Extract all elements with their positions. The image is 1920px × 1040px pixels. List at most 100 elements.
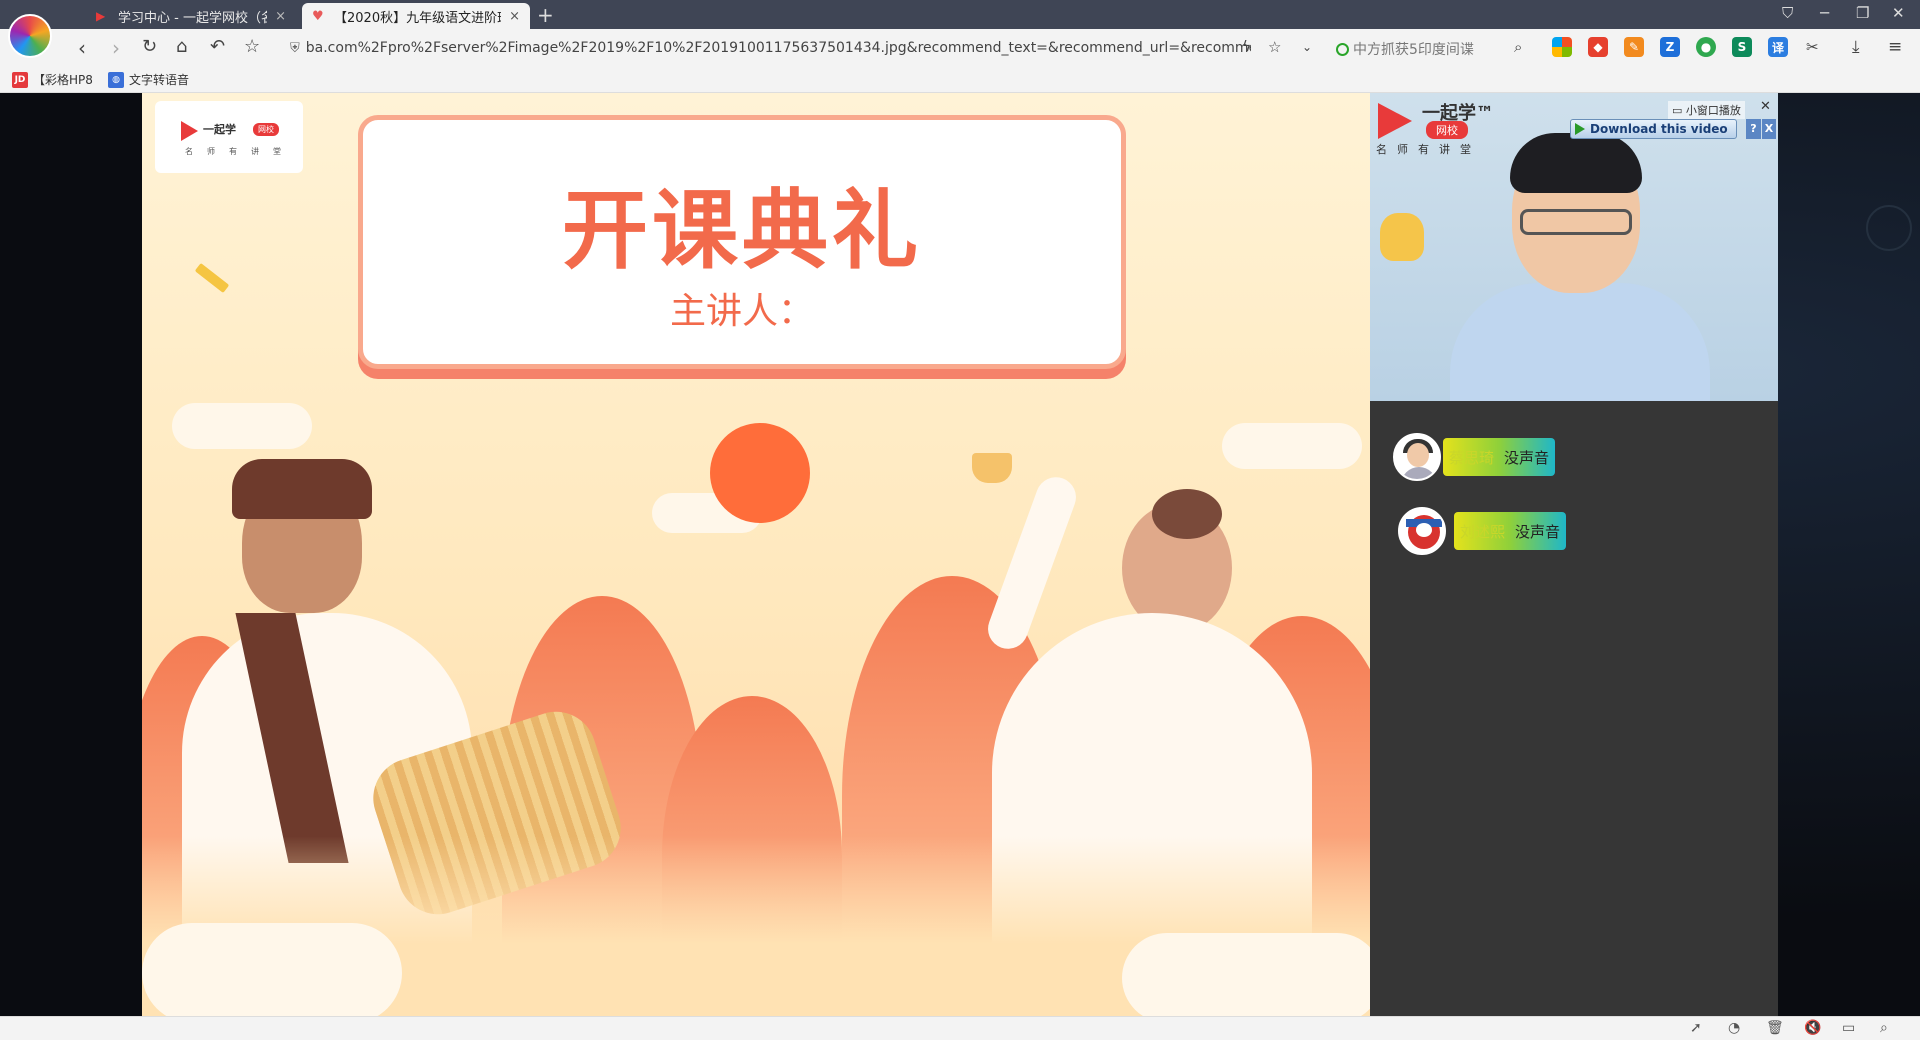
home-icon[interactable]: ⌂	[176, 36, 187, 57]
close-video-button[interactable]: ✕	[1760, 99, 1771, 114]
rocket-icon[interactable]: ➚	[1690, 1020, 1702, 1036]
slide-title: 开课典礼	[562, 181, 922, 281]
tab-learning-center[interactable]: ▶ 学习中心 - 一起学网校（名师有 ×	[86, 3, 296, 29]
cloud-shape	[1222, 423, 1362, 469]
download-video-button[interactable]: Download this video	[1570, 119, 1737, 139]
skin-icon[interactable]: ⛉	[1782, 4, 1793, 22]
user-status: 没声音	[1515, 522, 1561, 541]
address-bar[interactable]: ⛨ ba.com%2Fpro%2Fserver%2Fimage%2F2019%2…	[290, 36, 1290, 60]
user-status-pill: 蔡思琦 没声音	[1443, 438, 1556, 476]
back-icon[interactable]: ‹	[78, 36, 86, 60]
poet-left-hat	[232, 459, 372, 519]
user-status-pill: 刘述熙 没声音	[1454, 512, 1567, 550]
download-help-button[interactable]: ?	[1746, 119, 1761, 139]
title-card: 开课典礼 主讲人：	[358, 115, 1126, 369]
teacher-figure	[1440, 133, 1720, 401]
game-icon[interactable]: ◆	[1588, 37, 1608, 57]
brand-sub: 名师有讲堂	[185, 147, 295, 156]
s-icon[interactable]: S	[1732, 37, 1752, 57]
download-icon[interactable]: ⤓	[1852, 37, 1860, 57]
video-logo-badge: 网校	[1426, 121, 1468, 139]
cloud-shape	[142, 923, 402, 1016]
tab-title: 学习中心 - 一起学网校（名师有	[118, 10, 267, 26]
poet-right-hair	[1152, 489, 1222, 539]
pencil-icon[interactable]	[194, 262, 230, 294]
heart-favicon-icon: ♥	[312, 9, 324, 24]
apps-icon[interactable]	[1552, 37, 1572, 57]
shield-icon: ⛨	[290, 40, 300, 56]
teacher-video[interactable]: 一起学™ 网校 名师有讲堂 ▭ 小窗口播放 ✕ Download this vi…	[1370, 93, 1778, 401]
jd-icon: JD	[12, 71, 28, 88]
close-icon[interactable]: ×	[267, 9, 286, 24]
download-label: Download this video	[1590, 122, 1728, 136]
brand-badge: 网校	[253, 123, 279, 136]
forward-icon[interactable]: ›	[112, 36, 120, 60]
video-logo-sub: 名师有讲堂	[1376, 143, 1481, 156]
close-icon[interactable]: ×	[501, 9, 520, 24]
mini-window-label: 小窗口播放	[1685, 104, 1741, 117]
translate-icon[interactable]: 译	[1768, 37, 1788, 57]
chevron-down-icon[interactable]: ⌄	[1302, 40, 1312, 54]
bookmark-label: 【彩格HP8	[33, 73, 93, 87]
list-item[interactable]: 蔡思琦 没声音	[1393, 433, 1556, 481]
sun-shape	[710, 423, 810, 523]
mute-icon[interactable]: 🔇	[1804, 1020, 1821, 1036]
toolbar: ‹ › ↻ ⌂ ↶ ☆ ⛨ ba.com%2Fpro%2Fserver%2Fim…	[0, 29, 1920, 66]
globe-icon[interactable]: ●	[1696, 37, 1716, 57]
download-close-button[interactable]: X	[1762, 119, 1776, 139]
undo-close-icon[interactable]: ↶	[210, 36, 225, 57]
teacher-body	[1450, 283, 1710, 401]
menu-icon[interactable]: ≡	[1888, 37, 1902, 57]
play-logo-icon	[1378, 103, 1412, 139]
user-name: 刘述熙	[1460, 522, 1506, 541]
close-window-button[interactable]: ✕	[1892, 4, 1905, 22]
microphone-icon: ◍	[108, 71, 124, 88]
cloud-shape	[1122, 933, 1370, 1016]
z-icon[interactable]: Z	[1660, 37, 1680, 57]
play-logo-icon	[181, 121, 198, 141]
mini-window-button[interactable]: ▭ 小窗口播放	[1668, 101, 1745, 119]
slide-brand-logo: 一起学 网校 名师有讲堂	[155, 101, 303, 173]
play-favicon-icon: ▶	[96, 9, 106, 23]
wine-cup-shape	[972, 453, 1012, 483]
window-icon[interactable]: ▭	[1842, 1020, 1855, 1036]
glasses-icon	[1520, 209, 1632, 235]
minimize-button[interactable]: ─	[1820, 4, 1829, 22]
courseware-slide: 一起学 网校 名师有讲堂 开课典礼 主讲人：	[142, 93, 1370, 1016]
trash-icon[interactable]: 🗑	[1766, 1020, 1784, 1036]
status-bar: ➚ ◔ 🗑 🔇 ▭ ⌕	[0, 1016, 1920, 1040]
corner-logo-icon	[1866, 205, 1912, 251]
tab-chinese-class[interactable]: ♥ 【2020秋】九年级语文进阶班 ×	[302, 3, 530, 29]
tool-icon[interactable]: ✎	[1624, 37, 1644, 57]
speaker-label: 主讲人：	[669, 291, 814, 332]
avatar	[1398, 507, 1446, 555]
speed-icon[interactable]: ◔	[1728, 1020, 1740, 1036]
address-input[interactable]: ba.com%2Fpro%2Fserver%2Fimage%2F2019%2F1…	[306, 40, 1251, 56]
bookmarks-bar: JD 【彩格HP8 ◍ 文字转语音	[0, 66, 1920, 93]
search-hint[interactable]: 中方抓获5印度间谍	[1336, 39, 1474, 59]
page-content: 一起学 网校 名师有讲堂 开课典礼 主讲人： 一起学™ 网校 名师有讲堂 ▭ 小…	[0, 93, 1920, 1016]
lightning-icon[interactable]: ϟ	[1242, 39, 1251, 55]
avatar	[1393, 433, 1441, 481]
search-icon[interactable]: ⌕	[1514, 38, 1522, 56]
brand-name: 一起学	[203, 123, 236, 136]
search-engine-icon	[1336, 42, 1349, 56]
scissors-icon[interactable]: ✂	[1806, 38, 1819, 56]
list-item[interactable]: 刘述熙 没声音	[1398, 507, 1567, 555]
browser-logo-icon[interactable]	[8, 14, 52, 58]
restore-button[interactable]: ❐	[1856, 4, 1869, 22]
search-hint-text: 中方抓获5印度间谍	[1353, 42, 1474, 58]
mascot-icon	[1380, 213, 1424, 261]
tab-bar: ▶ 学习中心 - 一起学网校（名师有 × ♥ 【2020秋】九年级语文进阶班 ×…	[0, 0, 1920, 29]
star-icon[interactable]: ☆	[244, 36, 260, 57]
tab-title: 【2020秋】九年级语文进阶班	[334, 10, 502, 26]
new-tab-button[interactable]: +	[537, 3, 554, 27]
bookmark-tts[interactable]: ◍ 文字转语音	[108, 71, 189, 88]
window-icon: ▭	[1672, 104, 1683, 117]
poet-right-arm	[982, 471, 1082, 655]
bookmark-jd[interactable]: JD 【彩格HP8	[12, 71, 93, 88]
user-name: 蔡思琦	[1449, 448, 1495, 467]
bookmark-star-icon[interactable]: ☆	[1268, 38, 1281, 56]
reload-icon[interactable]: ↻	[142, 36, 157, 57]
zoom-icon[interactable]: ⌕	[1880, 1020, 1888, 1036]
